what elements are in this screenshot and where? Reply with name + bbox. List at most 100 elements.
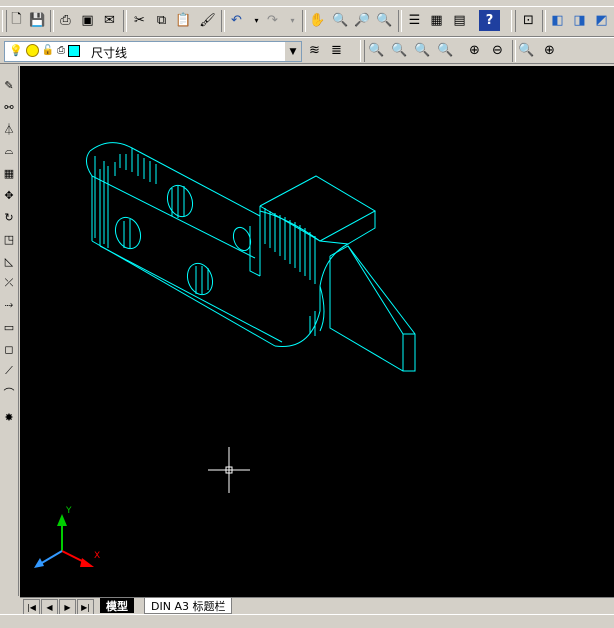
toolbar-separator [542,10,546,32]
step-edge [249,226,261,277]
redo-dropdown-icon[interactable]: ▾ [282,10,303,31]
zoom-previous-icon[interactable]: 🔍 [374,10,395,31]
toolbar-grip[interactable] [511,10,516,32]
sun-icon[interactable] [25,44,39,57]
plate-inner-edge [86,150,256,259]
stretch-icon[interactable]: ◺ [1,252,17,270]
new-icon[interactable]: 🗋 [6,10,27,31]
bend-curve [259,210,350,287]
zoom-all-icon[interactable]: 🔍 [516,40,537,61]
print-icon[interactable]: ⎙ [55,10,76,31]
zoom-scale-icon[interactable]: 🔍 [412,40,433,61]
crosshair-cursor [208,447,250,493]
toolbar-separator [50,10,54,32]
layer-name: 尺寸线 [91,46,128,60]
hole-hatch [123,186,209,294]
angled-tab-edges [347,245,415,371]
match-properties-icon[interactable]: 🖌 [197,10,218,31]
publish-icon[interactable]: ✉ [99,10,120,31]
plate-top-edge [89,142,261,217]
standard-toolbar: 🗋 💾 ⎙ ▣ ✉ ✂ ⧉ 📋 🖌 ↶ ▾ ↷ ▾ ✋ 🔍 🔎 🔍 ☰ ▦ ▤ … [0,7,614,37]
plot-preview-icon[interactable]: ▣ [77,10,98,31]
redo-icon[interactable]: ↷ [262,10,283,31]
toolbar-separator [123,10,127,32]
pan-icon[interactable]: ✋ [307,10,328,31]
lightbulb-icon[interactable]: 💡 [9,44,23,57]
top-block-face [259,175,377,242]
save-icon[interactable]: 💾 [27,10,48,31]
rotate-icon[interactable]: ↻ [1,208,17,226]
trim-icon[interactable]: ⤫ [1,274,17,292]
chevron-down-icon[interactable]: ▼ [284,42,301,61]
explode-icon[interactable]: ✸ [1,408,17,426]
ucs-x-label: X [94,551,100,561]
bend-hatch [264,208,316,284]
leg-curve [274,286,321,348]
bottom-border [0,614,614,628]
zoom-center-icon[interactable]: 🔍 [435,40,456,61]
zoom-window-icon[interactable]: 🔍 [366,40,387,61]
prev-tab-button[interactable]: ◀ [41,599,58,615]
array-icon[interactable]: ▦ [1,164,17,182]
extend-icon[interactable]: ⤑ [1,296,17,314]
tool-palettes-icon[interactable]: ▤ [449,10,470,31]
join-icon[interactable]: ◻ [1,340,17,358]
properties-icon[interactable]: ☰ [404,10,425,31]
last-tab-button[interactable]: ▶| [77,599,94,615]
copy-object-icon[interactable]: ⚯ [1,98,17,116]
zoom-window-icon[interactable]: 🔎 [352,10,373,31]
leg-inner [319,285,325,332]
make-layer-current-icon[interactable]: ≋ [304,40,325,61]
top-block-side [347,211,376,245]
hole-2 [114,216,142,250]
toolbar-separator [302,10,306,32]
paste-icon[interactable]: 📋 [173,10,194,31]
zoom-realtime-icon[interactable]: 🔍 [330,10,351,31]
tab-layout[interactable]: DIN A3 标题栏 [144,598,233,614]
zoom-out-icon[interactable]: ⊖ [487,40,508,61]
angled-tab [329,245,416,372]
help-icon[interactable]: ? [479,10,500,31]
layers-toolbar: 💡 🔓 ⎙ 尺寸线 ▼ ≋ ≣ 🔍 🔍 🔍 🔍 ⊕ ⊖ 🔍 ⊕ [0,38,614,64]
fillet-icon[interactable]: ⌒ [1,384,17,402]
ucs-axis-icon: Y X [34,506,100,568]
break-icon[interactable]: ▭ [1,318,17,336]
menu-bar-remnant [0,0,614,7]
erase-icon[interactable]: ✎ [1,76,17,94]
plate-bottom-edge2 [99,245,283,343]
cad-drawing: Y X [34,142,416,568]
first-tab-button[interactable]: |◀ [23,599,40,615]
layer-previous-icon[interactable]: ≣ [326,40,347,61]
hatch-lines-top [119,152,157,184]
undo-icon[interactable]: ↶ [226,10,247,31]
toolbar-separator [221,10,225,32]
chamfer-icon[interactable]: ⟋ [1,362,17,380]
move-icon[interactable]: ✥ [1,186,17,204]
toolbar-separator [398,10,402,32]
zoom-in-icon[interactable]: ⊕ [464,40,485,61]
mirror-icon[interactable]: ⏃ [1,120,17,138]
offset-icon[interactable]: ⌓ [1,142,17,160]
layer-dropdown[interactable]: 💡 🔓 ⎙ 尺寸线 ▼ [4,41,302,62]
scale-icon[interactable]: ◳ [1,230,17,248]
lock-icon[interactable]: 🔓 [42,45,54,56]
plot-icon[interactable]: ⎙ [57,45,65,56]
cut-icon[interactable]: ✂ [129,10,150,31]
view-iso-icon[interactable]: ◩ [591,10,612,31]
zoom-dynamic-icon[interactable]: 🔍 [389,40,410,61]
ucs-icon[interactable]: ⊡ [518,10,539,31]
layer-color-swatch [68,44,81,57]
design-center-icon[interactable]: ▦ [426,10,447,31]
modify-toolbar: ✎ ⚯ ⏃ ⌓ ▦ ✥ ↻ ◳ ◺ ⤫ ⤑ ▭ ◻ ⟋ ⌒ ✸ [0,66,19,596]
zoom-extents-icon[interactable]: ⊕ [539,40,560,61]
toolbar-grip[interactable] [360,40,365,62]
layout-tab-bar: |◀ ◀ ▶ ▶| 模型 DIN A3 标题栏 [20,597,614,615]
view-front-icon[interactable]: ◨ [569,10,590,31]
copy-icon[interactable]: ⧉ [151,10,172,31]
drawing-canvas[interactable]: Y X [20,66,614,597]
next-tab-button[interactable]: ▶ [59,599,76,615]
view-top-icon[interactable]: ◧ [547,10,568,31]
tab-model[interactable]: 模型 [100,598,134,613]
ucs-y-label: Y [65,506,72,516]
hatch-lines [94,156,116,248]
